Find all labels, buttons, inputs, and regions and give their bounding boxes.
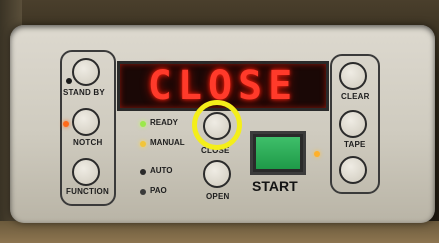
unlabeled-right-button[interactable] xyxy=(339,156,367,184)
manual-label: MANUAL xyxy=(150,138,185,147)
clear-button[interactable] xyxy=(339,62,367,90)
pao-label: PAO xyxy=(150,186,167,195)
highlight-circle xyxy=(192,100,242,150)
ready-led xyxy=(140,121,146,127)
open-button[interactable] xyxy=(203,160,231,188)
auto-led xyxy=(140,169,146,175)
tape-button-label: TAPE xyxy=(344,140,366,149)
standby-button[interactable] xyxy=(72,58,100,86)
notch-indicator-led xyxy=(63,121,69,127)
start-label: START xyxy=(252,178,298,194)
standby-button-label: STAND BY xyxy=(63,88,105,97)
tape-button[interactable] xyxy=(339,110,367,138)
ready-label: READY xyxy=(150,118,179,127)
notch-button-label: NOTCH xyxy=(73,138,103,147)
floor xyxy=(0,221,439,243)
start-button[interactable] xyxy=(250,131,306,175)
manual-led xyxy=(140,141,146,147)
notch-button[interactable] xyxy=(72,108,100,136)
start-button-face xyxy=(256,137,300,169)
start-indicator-led xyxy=(314,151,320,157)
open-button-label: OPEN xyxy=(206,192,230,201)
pao-led xyxy=(140,189,146,195)
function-button[interactable] xyxy=(72,158,100,186)
clear-button-label: CLEAR xyxy=(341,92,370,101)
standby-indicator-led xyxy=(66,78,72,84)
auto-label: AUTO xyxy=(150,166,173,175)
function-button-label: FUNCTION xyxy=(66,187,109,196)
